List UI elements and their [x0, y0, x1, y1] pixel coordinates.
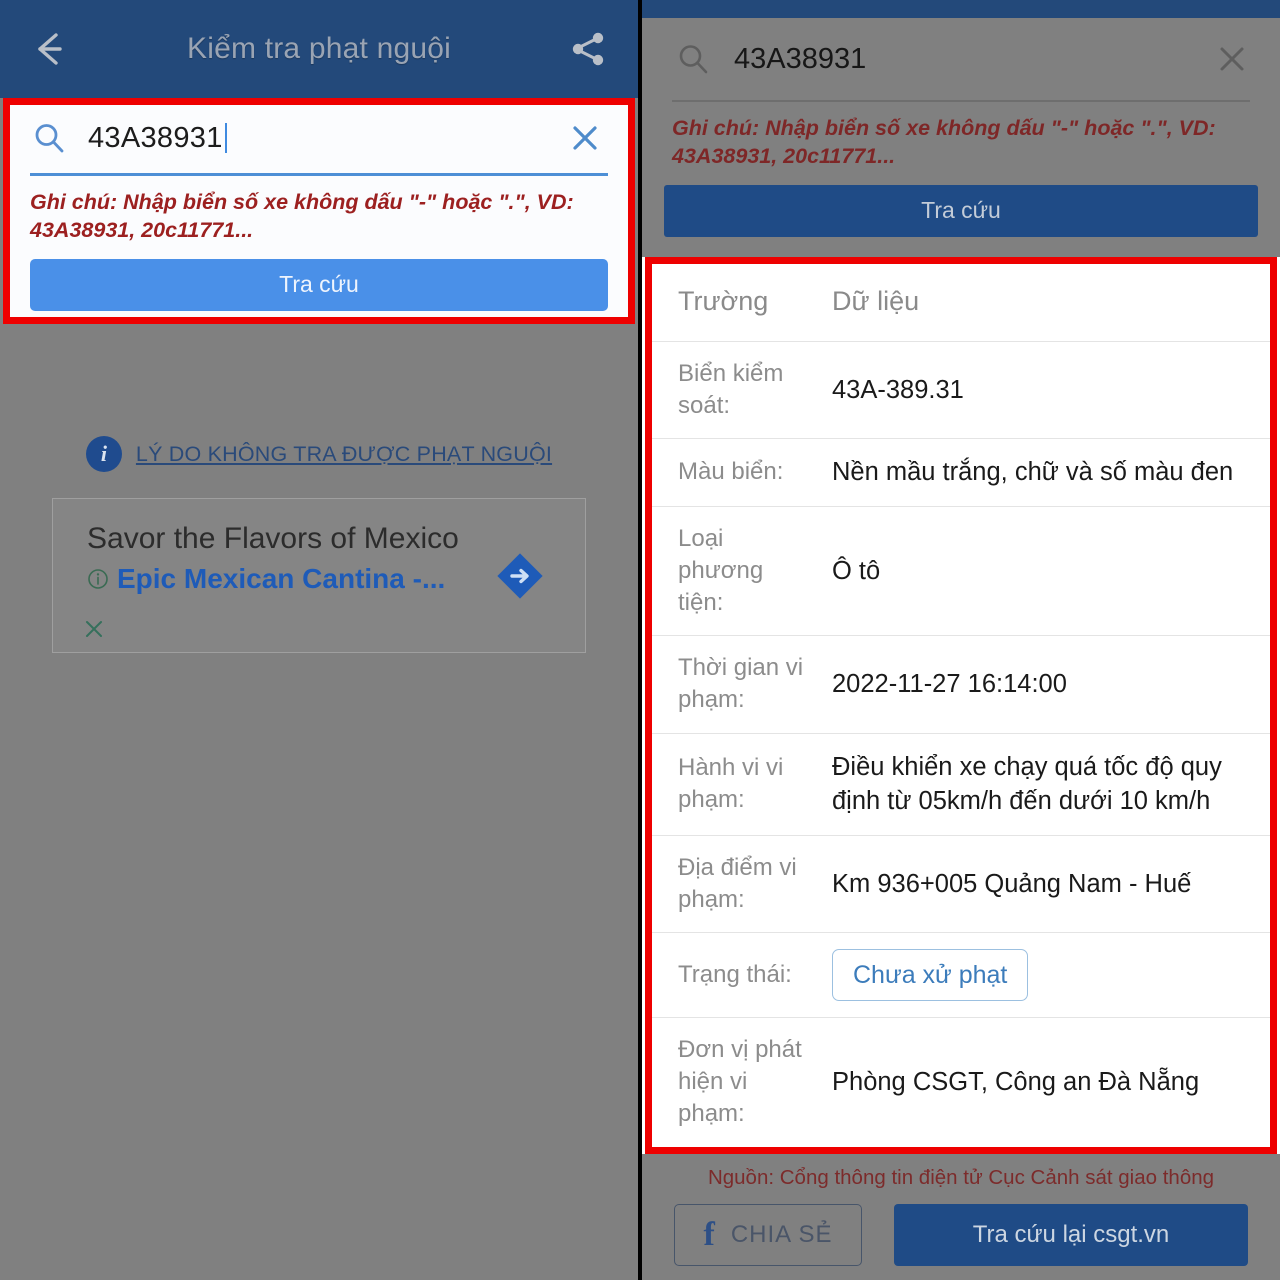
- row-label: Màu biển:: [652, 438, 824, 507]
- lookup-button[interactable]: Tra cứu: [664, 184, 1258, 237]
- search-icon: [676, 42, 710, 76]
- row-label: Trạng thái:: [652, 932, 824, 1019]
- footer-button-row: f CHIA SẺ Tra cứu lại csgt.vn: [642, 1203, 1280, 1266]
- status-bar: [642, 0, 1280, 18]
- table-row: Thời gian vi phạm: 2022-11-27 16:14:00: [652, 635, 1270, 734]
- ad-banner[interactable]: Savor the Flavors of Mexico Epic Mexican…: [52, 498, 586, 653]
- row-label: Thời gian vi phạm:: [652, 635, 824, 734]
- search-input-value[interactable]: 43A38931: [734, 43, 1214, 76]
- table-row: Loại phương tiện: Ô tô: [652, 506, 1270, 637]
- search-icon: [32, 121, 66, 155]
- row-value: 2022-11-27 16:14:00: [824, 635, 1270, 734]
- left-phone-screen: Kiểm tra phạt nguội 43A38931 Ghi chú: Nh…: [0, 0, 638, 1280]
- lookup-button[interactable]: Tra cứu: [30, 258, 608, 311]
- table-header-data: Dữ liệu: [824, 263, 1270, 342]
- row-label: Biển kiểm soát:: [652, 341, 824, 440]
- table-header-row: Trường Dữ liệu: [652, 263, 1270, 342]
- row-label: Loại phương tiện:: [652, 506, 824, 637]
- status-badge: Chưa xử phạt: [832, 949, 1029, 1002]
- source-note: Nguồn: Cổng thông tin điện tử Cục Cảnh s…: [707, 1165, 1215, 1189]
- row-value: Điều khiển xe chạy quá tốc độ quy định t…: [824, 733, 1270, 836]
- right-phone-screen: 43A38931 Ghi chú: Nhập biển số xe không …: [642, 0, 1280, 1280]
- share-icon[interactable]: [564, 25, 612, 73]
- results-footer: Nguồn: Cổng thông tin điện tử Cục Cảnh s…: [642, 1153, 1280, 1280]
- ad-advertiser[interactable]: Epic Mexican Cantina -...: [117, 563, 445, 595]
- row-value: Nền mầu trắng, chữ và số màu đen: [824, 438, 1270, 507]
- search-note: Ghi chú: Nhập biển số xe không dấu "-" h…: [672, 116, 1216, 169]
- app-bar: Kiểm tra phạt nguội: [0, 0, 638, 98]
- search-input[interactable]: 43A38931: [88, 122, 568, 155]
- table-row: Đơn vị phát hiện vi phạm: Phòng CSGT, Cô…: [652, 1018, 1270, 1147]
- close-icon[interactable]: [568, 121, 602, 155]
- dimmed-search-section: 43A38931 Ghi chú: Nhập biển số xe không …: [642, 18, 1280, 257]
- reason-link-label[interactable]: LÝ DO KHÔNG TRA ĐƯỢC PHẠT NGUỘI: [136, 442, 552, 467]
- close-icon[interactable]: [1214, 41, 1250, 77]
- results-highlight-box: Trường Dữ liệu Biển kiểm soát: 43A-389.3…: [645, 256, 1277, 1154]
- row-value: Ô tô: [824, 506, 1270, 637]
- table-header-field: Trường: [652, 263, 824, 342]
- ad-info-icon[interactable]: [87, 568, 109, 590]
- text-caret: [224, 123, 227, 153]
- info-icon: i: [85, 436, 122, 472]
- row-value: Km 936+005 Quảng Nam - Huế: [824, 835, 1270, 934]
- search-row[interactable]: 43A38931: [642, 18, 1280, 100]
- table-row: Màu biển: Nền mầu trắng, chữ và số màu đ…: [652, 438, 1270, 507]
- table-row: Trạng thái: Chưa xử phạt: [652, 932, 1270, 1019]
- search-row[interactable]: 43A38931: [10, 105, 628, 171]
- page-title: Kiểm tra phạt nguội: [187, 32, 451, 65]
- row-value-badge: Chưa xử phạt: [824, 932, 1270, 1019]
- share-button-label: CHIA SẺ: [730, 1220, 833, 1248]
- table-row: Hành vi vi phạm: Điều khiển xe chạy quá …: [652, 733, 1270, 836]
- back-arrow-icon[interactable]: [26, 25, 74, 73]
- violation-results-table: Trường Dữ liệu Biển kiểm soát: 43A-389.3…: [652, 263, 1270, 1147]
- search-input-value: 43A38931: [88, 121, 223, 154]
- arrow-forward-diamond-icon[interactable]: [491, 547, 549, 605]
- facebook-icon: f: [703, 1215, 715, 1253]
- row-label: Địa điểm vi phạm:: [652, 835, 824, 934]
- screenshot-stage: Kiểm tra phạt nguội 43A38931 Ghi chú: Nh…: [0, 0, 1280, 1280]
- row-value: Phòng CSGT, Công an Đà Nẵng: [832, 1068, 1200, 1097]
- recheck-csgt-button[interactable]: Tra cứu lại csgt.vn: [894, 1203, 1248, 1266]
- row-value: 43A-389.31: [824, 341, 1270, 440]
- row-label: Hành vi vi phạm:: [652, 733, 824, 836]
- row-label: Đơn vị phát hiện vi phạm:: [678, 1036, 802, 1128]
- table-row: Địa điểm vi phạm: Km 936+005 Quảng Nam -…: [652, 835, 1270, 934]
- search-highlight-box: 43A38931 Ghi chú: Nhập biển số xe không …: [3, 98, 635, 324]
- facebook-share-button[interactable]: f CHIA SẺ: [674, 1203, 862, 1266]
- table-row: Biển kiểm soát: 43A-389.31: [652, 341, 1270, 440]
- search-note: Ghi chú: Nhập biển số xe không dấu "-" h…: [30, 190, 574, 243]
- ad-close-icon[interactable]: [83, 618, 105, 640]
